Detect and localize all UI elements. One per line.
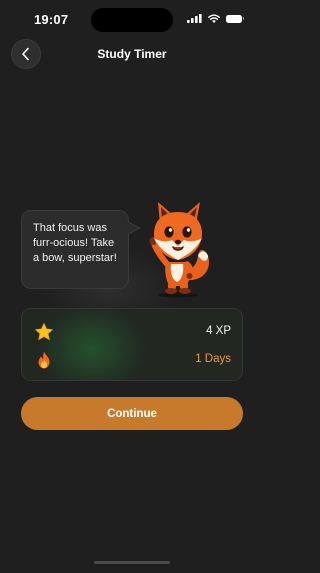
speech-bubble-tail [128, 221, 142, 235]
home-indicator[interactable] [94, 561, 170, 564]
signal-icon [187, 14, 202, 23]
page-title: Study Timer [97, 47, 167, 61]
speech-bubble: That focus was furr-ocious! Take a bow, … [21, 210, 129, 289]
study-timer-completion-screen: 19:07 Study Timer That focus was furr-oc… [0, 0, 264, 573]
wifi-icon [208, 14, 220, 23]
continue-button[interactable]: Continue [21, 397, 243, 430]
dynamic-island [91, 8, 173, 32]
status-time: 19:07 [34, 12, 69, 27]
fox-mascot-image [149, 202, 210, 298]
star-icon [35, 323, 53, 340]
session-stats-card: 4 XP 1 Days [21, 308, 243, 381]
status-bar: 19:07 [0, 0, 264, 38]
fire-icon [38, 351, 50, 369]
streak-days-value: 1 Days [195, 353, 231, 365]
streak-stat-row: 1 Days [22, 345, 242, 375]
battery-icon [226, 14, 244, 23]
xp-value: 4 XP [206, 325, 231, 337]
xp-stat-row: 4 XP [22, 317, 242, 347]
status-icons [187, 14, 244, 23]
